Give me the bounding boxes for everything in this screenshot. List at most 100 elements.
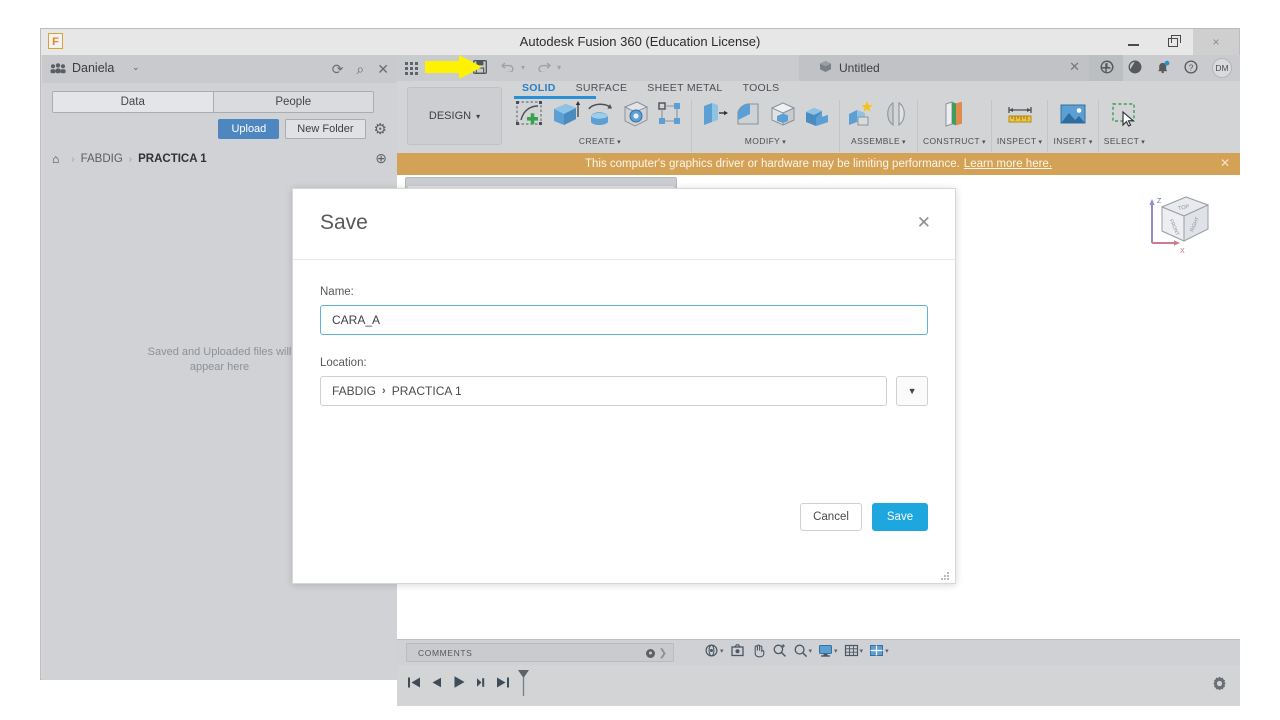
avatar[interactable]: DM	[1212, 58, 1232, 78]
warning-close-icon[interactable]: ✕	[1220, 156, 1230, 170]
sketch-icon[interactable]	[514, 98, 546, 135]
cancel-button[interactable]: Cancel	[800, 503, 862, 531]
location-separator: ›	[382, 385, 386, 397]
location-dropdown-button[interactable]: ▼	[896, 376, 928, 406]
ribbon-group-construct-label[interactable]: CONSTRUCT ▾	[923, 136, 986, 146]
ribbon-group-inspect-label[interactable]: INSPECT ▾	[997, 136, 1043, 146]
fillet-icon[interactable]	[732, 98, 764, 135]
home-icon[interactable]: ⌂	[52, 152, 59, 166]
pattern-icon[interactable]	[654, 98, 686, 135]
ribbon-tab-surface[interactable]: SURFACE	[566, 82, 638, 94]
ribbon-group-assemble-label[interactable]: ASSEMBLE ▾	[851, 136, 906, 146]
maximize-button[interactable]	[1153, 29, 1193, 55]
redo-icon[interactable]	[537, 59, 552, 76]
name-input[interactable]: CARA_A	[320, 305, 928, 335]
breadcrumb-item-practica-1[interactable]: PRACTICA 1	[138, 153, 207, 165]
revolve-icon[interactable]	[584, 98, 616, 135]
document-tab-close-icon[interactable]: ✕	[1069, 59, 1080, 75]
timeline-first-icon[interactable]	[407, 676, 421, 692]
upload-button[interactable]: Upload	[218, 119, 280, 139]
pan-icon[interactable]	[749, 643, 768, 658]
ribbon-group-modify: MODIFY ▾	[691, 100, 839, 152]
location-part-fabdig: FABDIG	[332, 384, 377, 398]
shell-icon[interactable]	[767, 98, 799, 135]
view-cube[interactable]: Z X TOP FRONT RIGHT	[1142, 183, 1218, 259]
viewports-icon[interactable]: ▾	[867, 643, 891, 658]
comments-expand-icon[interactable]: ❯	[659, 648, 667, 659]
location-input[interactable]: FABDIG › PRACTICA 1	[320, 376, 888, 406]
chevron-down-icon[interactable]: ▾	[860, 647, 864, 655]
timeline-play-icon[interactable]	[452, 675, 466, 692]
chevron-down-icon[interactable]: ⌄	[132, 62, 140, 73]
redo-caret-icon[interactable]: ▾	[557, 63, 561, 72]
data-panel-tabs: Data People	[52, 91, 374, 113]
look-at-icon[interactable]	[728, 643, 747, 658]
location-field-label: Location:	[320, 357, 367, 369]
select-icon[interactable]	[1108, 98, 1140, 135]
breadcrumb-item-fabdig[interactable]: FABDIG	[81, 153, 123, 165]
combine-icon[interactable]	[802, 98, 834, 135]
search-icon[interactable]: ⌕	[356, 60, 364, 78]
ribbon-group-select-label[interactable]: SELECT ▾	[1104, 136, 1145, 146]
ribbon-group-create-label[interactable]: CREATE ▾	[579, 136, 621, 146]
tab-people[interactable]: People	[212, 92, 373, 112]
chevron-down-icon[interactable]: ▾	[885, 647, 889, 655]
ribbon-group-insert-label[interactable]: INSERT ▾	[1053, 136, 1092, 146]
comments-panel-toggle[interactable]: COMMENTS ● ❯	[406, 643, 674, 662]
press-pull-icon[interactable]	[697, 98, 729, 135]
app-grid-icon[interactable]	[403, 60, 419, 76]
learn-more-link[interactable]: Learn more here.	[964, 158, 1052, 170]
timeline-marker[interactable]	[517, 669, 529, 696]
grid-snaps-icon[interactable]: ▾	[842, 643, 866, 658]
offset-plane-icon[interactable]	[938, 98, 970, 135]
timeline-last-icon[interactable]	[496, 676, 510, 692]
extrude-icon[interactable]	[549, 98, 581, 135]
zoom-window-icon[interactable]	[770, 643, 789, 658]
zoom-icon[interactable]: ▾	[791, 643, 815, 658]
refresh-icon[interactable]: ⟳	[332, 60, 344, 78]
undo-caret-icon[interactable]: ▾	[521, 63, 525, 72]
chevron-down-icon[interactable]: ▾	[834, 647, 838, 655]
display-settings-icon[interactable]: ▾	[816, 643, 840, 658]
ribbon-tab-solid[interactable]: SOLID	[512, 82, 566, 94]
joint-icon[interactable]	[880, 98, 912, 135]
ribbon-group-modify-icons	[697, 100, 834, 135]
chevron-down-icon[interactable]: ▾	[809, 647, 813, 655]
new-folder-button[interactable]: New Folder	[285, 119, 366, 139]
data-panel-user-name[interactable]: Daniela	[72, 61, 114, 75]
quick-access-toolbar: ▾ ▾ Untitled ✕ + ? DM	[397, 55, 1240, 81]
help-icon[interactable]: ?	[1184, 59, 1198, 77]
document-tab-untitled[interactable]: Untitled ✕	[799, 55, 1089, 81]
workspace-switcher[interactable]: DESIGN ▾	[407, 87, 502, 145]
location-row: FABDIG › PRACTICA 1 ▼	[320, 376, 928, 406]
save-dialog-close-icon[interactable]: ✕	[917, 214, 931, 231]
new-component-icon[interactable]	[845, 98, 877, 135]
gear-icon[interactable]: ⚙	[374, 120, 387, 138]
save-button[interactable]: Save	[872, 503, 928, 531]
timeline-prev-icon[interactable]	[430, 676, 443, 692]
orbit-icon[interactable]: ▾	[702, 643, 726, 658]
resize-grip[interactable]	[940, 568, 950, 580]
close-button[interactable]: ×	[1193, 29, 1239, 55]
tab-data[interactable]: Data	[53, 92, 213, 112]
measure-icon[interactable]	[1004, 98, 1036, 135]
globe-icon[interactable]: ⊕	[375, 150, 387, 167]
undo-icon[interactable]	[500, 59, 515, 76]
settings-gear-icon[interactable]	[1212, 676, 1227, 694]
chevron-down-icon[interactable]: ▾	[720, 647, 724, 655]
close-panel-icon[interactable]: ✕	[377, 60, 389, 78]
ribbon-tab-sheet-metal[interactable]: SHEET METAL	[637, 82, 732, 94]
minimize-button[interactable]	[1113, 29, 1153, 55]
breadcrumb: ⌂ › FABDIG › PRACTICA 1 ⊕	[52, 148, 387, 170]
sweep-icon[interactable]	[619, 98, 651, 135]
ribbon-group-select: SELECT ▾	[1097, 98, 1150, 152]
recent-icon[interactable]	[1128, 60, 1142, 77]
notifications-icon[interactable]	[1156, 60, 1170, 77]
workspace-label: DESIGN	[428, 110, 472, 122]
ribbon-group-modify-label[interactable]: MODIFY ▾	[745, 136, 786, 146]
insert-image-icon[interactable]	[1057, 98, 1089, 135]
job-status-icon[interactable]	[1100, 60, 1114, 77]
timeline-next-icon[interactable]	[475, 676, 487, 692]
ribbon-group-assemble-icons	[845, 100, 912, 135]
ribbon-tab-tools[interactable]: TOOLS	[733, 82, 790, 94]
